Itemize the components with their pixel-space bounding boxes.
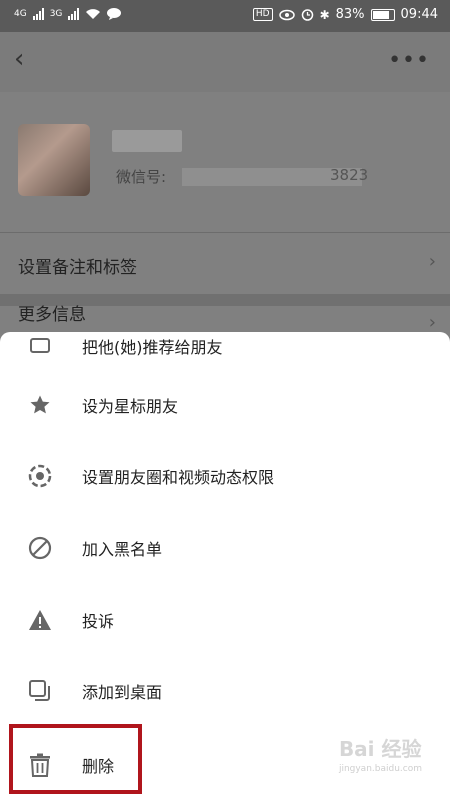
chevron-right-icon: › [428, 251, 436, 272]
signal-label-3g: 3G [49, 9, 63, 19]
sheet-item-blacklist[interactable]: 加入黑名单 [0, 518, 450, 578]
shutter-icon [28, 464, 52, 488]
watermark-url: jingyan.baidu.com [338, 764, 422, 774]
warning-icon [28, 608, 52, 632]
battery-icon [370, 8, 395, 21]
sheet-item-recommend[interactable]: 把他(她)推荐给朋友 [0, 332, 450, 376]
sheet-item-moments-permission[interactable]: 设置朋友圈和视频动态权限 [0, 446, 450, 506]
wechat-id-label: 微信号: [116, 168, 167, 186]
sheet-item-label: 加入黑名单 [82, 540, 163, 559]
sheet-item-report[interactable]: 投诉 [0, 590, 450, 650]
contact-name-blurred [112, 130, 182, 152]
more-horizontal-icon[interactable]: ••• [388, 48, 430, 73]
sheet-item-star[interactable]: 设为星标朋友 [0, 375, 450, 435]
signal-group: 4G 3G [14, 8, 122, 20]
star-icon [28, 393, 52, 417]
eye-icon [278, 9, 295, 20]
bluetooth-icon: ✱ [319, 7, 330, 22]
sheet-item-add-to-desktop[interactable]: 添加到桌面 [0, 661, 450, 721]
watermark-text: Bai 经验 [338, 737, 422, 761]
recommend-icon [28, 334, 52, 358]
wifi-icon [86, 9, 101, 19]
more-info-label: 更多信息 [18, 305, 86, 325]
signal-icon-2 [68, 8, 80, 20]
avatar[interactable] [18, 124, 90, 196]
remark-and-tags-label: 设置备注和标签 [18, 258, 137, 278]
sheet-item-label: 添加到桌面 [82, 683, 163, 702]
hd-badge: HD [252, 8, 273, 21]
alarm-icon [301, 9, 313, 21]
clock-time: 09:44 [400, 7, 438, 22]
block-icon [28, 536, 52, 560]
signal-icon [32, 8, 44, 20]
profile-card: 微信号: 3823 [0, 92, 450, 232]
chevron-left-icon[interactable]: ‹ [14, 46, 24, 72]
message-icon [107, 8, 122, 20]
chevron-right-icon: › [428, 312, 436, 333]
wechat-id: 微信号: [116, 166, 166, 187]
desktop-add-icon [28, 679, 52, 703]
sheet-item-label: 投诉 [82, 612, 115, 631]
status-right: HD ✱ 83% 09:44 [252, 7, 438, 22]
sheet-item-label: 把他(她)推荐给朋友 [82, 338, 223, 357]
status-bar: 4G 3G HD ✱ 83% 09:44 [0, 0, 450, 32]
wechat-id-tail: 3823 [330, 166, 369, 184]
remark-and-tags-row[interactable]: 设置备注和标签 › [0, 232, 450, 295]
signal-label-4g: 4G [14, 9, 27, 19]
sheet-item-label: 设置朋友圈和视频动态权限 [82, 468, 275, 487]
contact-page-background: ‹ ••• 微信号: 3823 设置备注和标签 › 更多信息 › [0, 32, 450, 346]
delete-highlight-box [9, 724, 142, 794]
watermark: Bai 经验 jingyan.baidu.com [339, 733, 422, 774]
sheet-item-label: 设为星标朋友 [82, 397, 179, 416]
action-sheet: 把他(她)推荐给朋友 设为星标朋友 设置朋友圈和视频动态权限 加入黑名单 投诉 [0, 332, 450, 800]
battery-percent: 83% [335, 7, 365, 22]
